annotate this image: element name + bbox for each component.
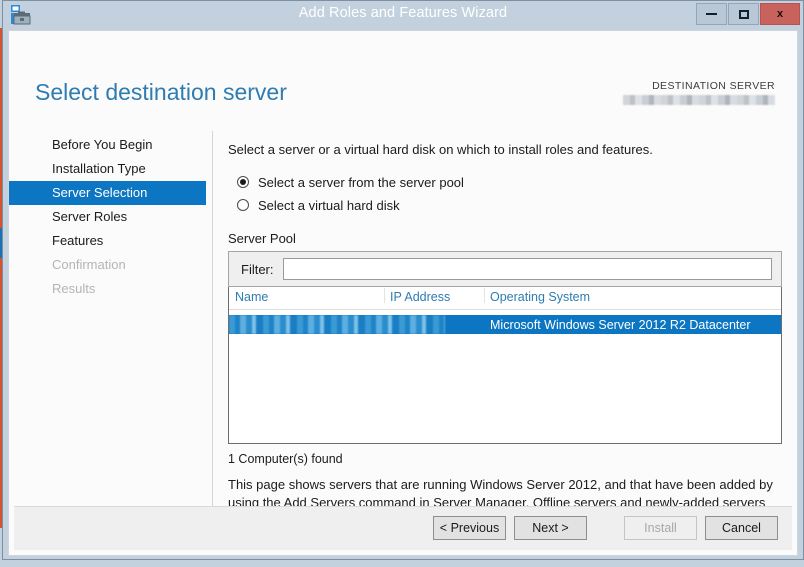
radio-select-virtual-hard-disk[interactable]: Select a virtual hard disk <box>228 195 784 215</box>
column-header-operating-system[interactable]: Operating System <box>484 287 780 304</box>
radio-select-server-from-pool[interactable]: Select a server from the server pool <box>228 172 784 192</box>
listview-header: Name IP Address Operating System <box>229 287 781 310</box>
minimize-icon <box>706 13 717 15</box>
filter-label: Filter: <box>241 261 274 277</box>
radio-label: Select a server from the server pool <box>258 174 464 190</box>
sidebar-item-label: Results <box>52 281 96 296</box>
sidebar-item-installation-type[interactable]: Installation Type <box>9 157 206 181</box>
sidebar-item-label: Features <box>52 233 104 248</box>
main-content: Select a server or a virtual hard disk o… <box>228 103 784 529</box>
radio-button-icon <box>237 176 249 188</box>
computers-found-status: 1 Computer(s) found <box>228 452 343 466</box>
table-row[interactable]: Microsoft Windows Server 2012 R2 Datacen… <box>229 315 781 334</box>
sidebar-item-server-roles[interactable]: Server Roles <box>9 205 206 229</box>
close-button[interactable]: x <box>760 3 800 25</box>
wizard-footer: < Previous Next > Install Cancel <box>14 506 792 550</box>
page-title: Select destination server <box>35 79 287 105</box>
cancel-button[interactable]: Cancel <box>705 516 778 540</box>
cell-name-ip-redacted <box>229 315 484 334</box>
server-pool-label: Server Pool <box>228 231 296 246</box>
close-icon: x <box>776 8 784 20</box>
footer-buttons: < Previous Next > Install Cancel <box>425 516 778 540</box>
maximize-icon <box>738 9 749 19</box>
radio-label: Select a virtual hard disk <box>258 197 400 213</box>
cell-operating-system: Microsoft Windows Server 2012 R2 Datacen… <box>490 317 751 332</box>
sidebar-divider <box>212 131 213 531</box>
previous-button[interactable]: < Previous <box>433 516 506 540</box>
sidebar-item-label: Server Selection <box>52 185 148 200</box>
wizard-window: Add Roles and Features Wizard x Select d… <box>2 0 804 560</box>
radio-button-icon <box>237 199 249 211</box>
screen: Add Roles and Features Wizard x Select d… <box>0 0 804 567</box>
intro-text: Select a server or a virtual hard disk o… <box>228 142 653 157</box>
sidebar-item-label: Server Roles <box>52 209 128 224</box>
sidebar-item-label: Installation Type <box>52 161 146 176</box>
client-area: Select destination server DESTINATION SE… <box>8 30 798 556</box>
sidebar-item-before-you-begin[interactable]: Before You Begin <box>9 133 206 157</box>
sidebar-item-label: Before You Begin <box>52 137 153 152</box>
page-header: Select destination server DESTINATION SE… <box>9 31 797 105</box>
sidebar-item-confirmation: Confirmation <box>9 253 206 277</box>
maximize-button[interactable] <box>728 3 759 25</box>
wizard-nav-sidebar: Before You Begin Installation Type Serve… <box>9 133 206 301</box>
server-pool-listview[interactable]: Name IP Address Operating System Microso… <box>228 287 782 444</box>
sidebar-item-features[interactable]: Features <box>9 229 206 253</box>
filter-panel: Filter: <box>228 251 782 287</box>
install-button: Install <box>624 516 697 540</box>
minimize-button[interactable] <box>696 3 727 25</box>
window-title: Add Roles and Features Wizard <box>298 5 508 21</box>
destination-server-block: DESTINATION SERVER <box>623 80 775 105</box>
window-controls: x <box>696 3 800 25</box>
filter-input[interactable] <box>282 258 772 280</box>
body-row: Before You Begin Installation Type Serve… <box>9 103 797 555</box>
sidebar-item-label: Confirmation <box>52 257 126 272</box>
column-header-name[interactable]: Name <box>229 287 384 304</box>
sidebar-item-server-selection[interactable]: Server Selection <box>9 181 206 205</box>
next-button[interactable]: Next > <box>514 516 587 540</box>
column-header-ip-address[interactable]: IP Address <box>384 287 484 304</box>
destination-server-label: DESTINATION SERVER <box>652 80 775 92</box>
sidebar-item-results: Results <box>9 277 206 301</box>
title-bar: Add Roles and Features Wizard x <box>3 1 803 28</box>
destination-type-radio-group: Select a server from the server pool Sel… <box>228 172 784 215</box>
